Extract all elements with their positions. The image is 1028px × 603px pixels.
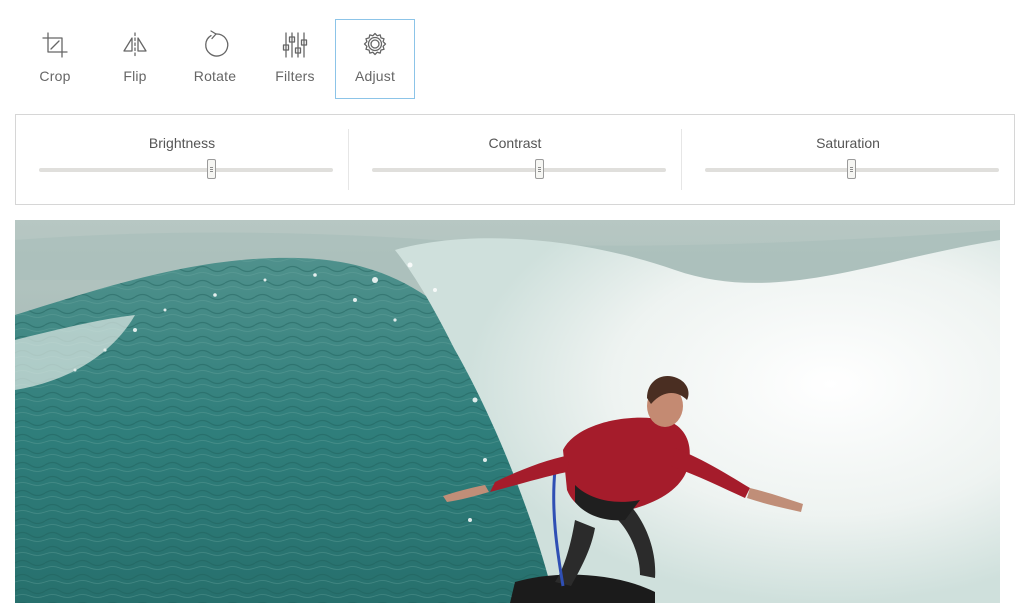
brightness-slider[interactable] — [39, 159, 333, 179]
adjust-panel: Brightness Contrast Saturation — [15, 114, 1015, 205]
saturation-slider-thumb[interactable] — [847, 159, 856, 179]
saturation-slider[interactable] — [705, 159, 999, 179]
contrast-slider-track[interactable] — [372, 168, 666, 172]
crop-tool-label: Crop — [39, 68, 71, 84]
filters-tool-label: Filters — [275, 68, 315, 84]
surfer-photo — [15, 220, 1000, 603]
rotate-icon — [200, 30, 230, 60]
gear-icon — [360, 30, 390, 60]
flip-tool-button[interactable]: Flip — [95, 19, 175, 99]
rotate-tool-label: Rotate — [193, 68, 237, 84]
filters-icon — [280, 30, 310, 60]
saturation-control: Saturation — [682, 129, 1014, 190]
brightness-slider-track[interactable] — [39, 168, 333, 172]
contrast-control: Contrast — [349, 129, 682, 190]
brightness-control: Brightness — [16, 129, 349, 190]
contrast-slider-thumb[interactable] — [534, 159, 544, 179]
filters-tool-button[interactable]: Filters — [255, 19, 335, 99]
saturation-label: Saturation — [816, 135, 880, 151]
contrast-slider[interactable] — [372, 159, 666, 179]
flip-tool-label: Flip — [123, 68, 147, 84]
brightness-label: Brightness — [148, 135, 216, 151]
adjust-tool-label: Adjust — [354, 68, 396, 84]
flip-icon — [120, 30, 150, 60]
crop-icon — [40, 30, 70, 60]
adjust-tool-button[interactable]: Adjust — [335, 19, 415, 99]
editor-toolbar: Crop Flip Rotate Filters Adjust — [15, 19, 415, 99]
rotate-tool-button[interactable]: Rotate — [175, 19, 255, 99]
crop-tool-button[interactable]: Crop — [15, 19, 95, 99]
contrast-label: Contrast — [488, 135, 542, 151]
photo-canvas[interactable] — [15, 220, 1000, 603]
brightness-slider-thumb[interactable] — [207, 159, 217, 179]
